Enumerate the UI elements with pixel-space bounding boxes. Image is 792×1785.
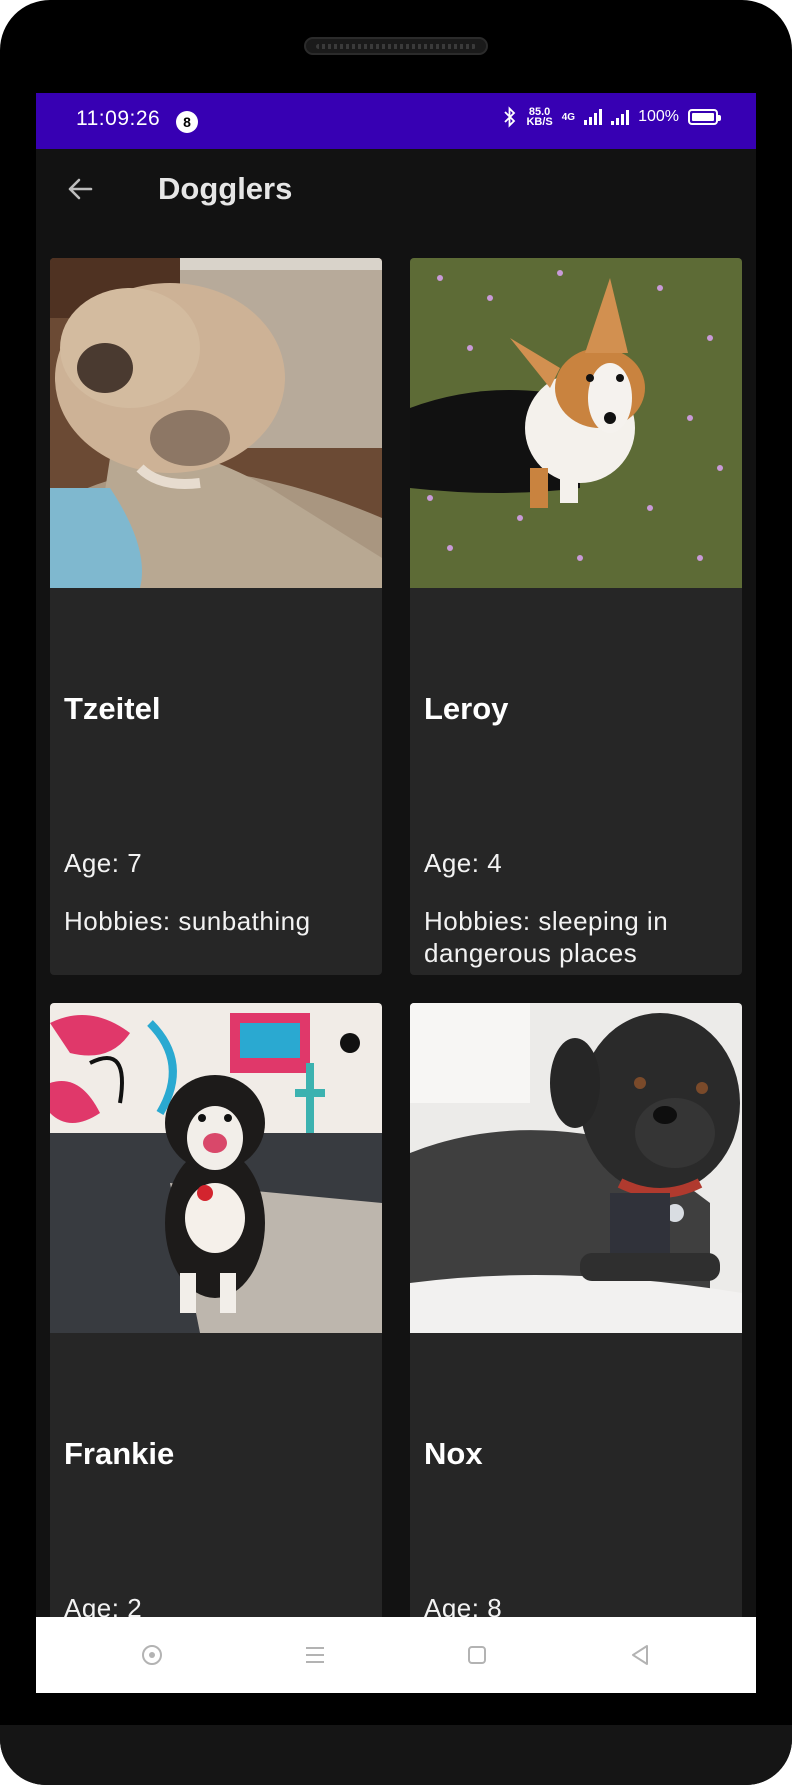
back-button[interactable] [60, 169, 100, 209]
battery-percent: 100% [638, 108, 679, 125]
app-bar: Dogglers [36, 149, 756, 231]
phone-frame: 11:09:26 8 85.0 KB/S 4G 100% Dogglers Tz… [0, 0, 792, 1785]
dog-name: Leroy [424, 691, 509, 726]
status-time: 11:09:26 [76, 107, 161, 130]
square-icon [468, 1646, 487, 1664]
arrow-left-icon [68, 178, 93, 200]
dog-card[interactable]: Frankie Age: 2 [50, 1003, 382, 1693]
network-speed: 85.0 KB/S [526, 107, 553, 128]
dog-card[interactable]: Leroy Age: 4 Hobbies: sleeping in danger… [410, 258, 742, 975]
assistant-button[interactable] [132, 1635, 172, 1675]
dog-name: Frankie [64, 1436, 175, 1471]
dog-card[interactable]: Nox Age: 8 [410, 1003, 742, 1693]
battery-icon [688, 109, 721, 125]
page-title: Dogglers [158, 171, 293, 206]
dog-hobbies: Hobbies: sleeping in dangerous places [424, 906, 669, 968]
earpiece-speaker [304, 37, 488, 55]
triangle-back-icon [631, 1645, 648, 1665]
menu-button[interactable] [295, 1635, 335, 1675]
network-type: 4G [561, 111, 576, 123]
dog-card[interactable]: Tzeitel Age: 7 Hobbies: sunbathing [50, 258, 382, 975]
status-bar: 11:09:26 8 85.0 KB/S 4G 100% [36, 93, 756, 149]
dog-age: Age: 7 [64, 848, 143, 878]
bluetooth-icon [504, 106, 516, 128]
system-nav-bar [36, 1617, 756, 1693]
menu-icon [305, 1647, 324, 1663]
home-button[interactable] [457, 1635, 497, 1675]
dog-hobbies: Hobbies: sunbathing [64, 906, 311, 936]
network-speed-unit: KB/S [526, 116, 553, 128]
dog-name: Tzeitel [64, 691, 161, 726]
dog-photo [410, 1003, 742, 1333]
status-icons: 85.0 KB/S 4G 100% [503, 106, 721, 128]
signal-icon-2 [611, 109, 630, 125]
signal-icon-1 [584, 109, 603, 125]
dog-photo [410, 258, 742, 588]
dog-photo [50, 258, 382, 588]
dog-name: Nox [424, 1436, 483, 1471]
dog-age: Age: 4 [424, 848, 503, 878]
screen: 11:09:26 8 85.0 KB/S 4G 100% Dogglers Tz… [36, 93, 756, 1693]
dog-photo [50, 1003, 382, 1333]
phone-chin [0, 1725, 792, 1785]
notification-badge: 8 [176, 111, 198, 133]
back-nav-button[interactable] [620, 1635, 660, 1675]
circle-dot-icon [142, 1645, 163, 1665]
